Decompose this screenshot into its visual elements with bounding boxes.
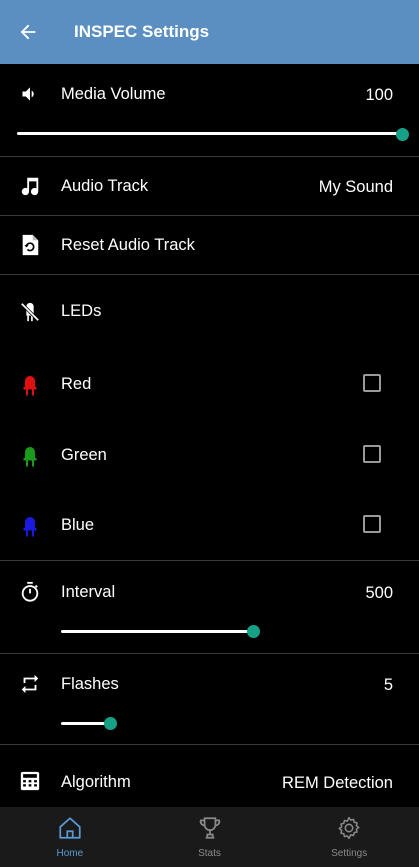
home-icon	[59, 817, 81, 839]
nav-home[interactable]: Home	[0, 807, 140, 867]
flashes-slider-thumb[interactable]	[104, 717, 117, 730]
interval-slider-track[interactable]	[61, 630, 254, 633]
interval-row: Interval 500	[0, 561, 419, 653]
reset-audio-track-row[interactable]: Reset Audio Track	[0, 216, 419, 274]
algorithm-value: REM Detection	[282, 774, 393, 792]
audio-track-label: Audio Track	[61, 177, 149, 195]
nav-stats-label: Stats	[198, 848, 221, 859]
gear-icon	[338, 816, 360, 840]
arrow-back-icon	[20, 24, 36, 40]
led-green-checkbox[interactable]	[363, 445, 381, 463]
page-title: INSPEC Settings	[74, 22, 210, 41]
led-red-row[interactable]: Red	[0, 349, 419, 417]
flashes-row: Flashes 5	[0, 654, 419, 744]
media-volume-row: Media Volume 100	[0, 64, 419, 156]
interval-value: 500	[365, 584, 393, 602]
interval-slider-thumb[interactable]	[247, 625, 260, 638]
media-volume-slider-thumb[interactable]	[396, 128, 409, 141]
led-off-icon	[18, 300, 42, 324]
nav-settings-label: Settings	[331, 848, 368, 859]
blue-led-icon	[18, 514, 42, 538]
app-bar: INSPEC Settings	[0, 0, 419, 64]
led-red-checkbox[interactable]	[363, 374, 381, 392]
flashes-label: Flashes	[61, 675, 119, 693]
audio-track-row[interactable]: Audio Track My Sound	[0, 157, 419, 215]
reset-audio-track-label: Reset Audio Track	[61, 236, 195, 254]
reset-file-icon	[18, 233, 42, 257]
leds-row: LEDs	[0, 275, 419, 345]
algorithm-row[interactable]: Algorithm REM Detection	[0, 745, 419, 807]
led-red-label: Red	[61, 375, 92, 393]
red-led-icon	[18, 373, 42, 397]
led-blue-label: Blue	[61, 516, 95, 534]
flashes-value: 5	[383, 676, 393, 694]
back-button[interactable]	[0, 0, 56, 64]
timer-icon	[18, 580, 42, 604]
led-green-label: Green	[61, 446, 107, 464]
volume-icon	[18, 82, 42, 106]
nav-stats[interactable]: Stats	[140, 807, 280, 867]
repeat-icon	[18, 672, 42, 696]
led-blue-checkbox[interactable]	[363, 515, 381, 533]
calculator-icon	[18, 769, 42, 793]
interval-label: Interval	[61, 583, 116, 601]
settings-list: Media Volume 100 Audio Track My Sound Re…	[0, 64, 419, 807]
algorithm-label: Algorithm	[61, 773, 131, 791]
led-blue-row[interactable]: Blue	[0, 490, 419, 560]
nav-home-label: Home	[56, 848, 84, 859]
green-led-icon	[18, 444, 42, 468]
led-green-row[interactable]: Green	[0, 419, 419, 489]
nav-settings[interactable]: Settings	[279, 807, 419, 867]
bottom-navigation: Home Stats Settings	[0, 807, 419, 867]
media-volume-slider-track[interactable]	[17, 132, 402, 135]
leds-label: LEDs	[61, 302, 102, 320]
audio-track-value: My Sound	[318, 178, 393, 196]
trophy-icon	[199, 817, 220, 839]
media-volume-label: Media Volume	[61, 85, 166, 103]
music-note-icon	[18, 174, 42, 198]
media-volume-value: 100	[365, 86, 393, 104]
